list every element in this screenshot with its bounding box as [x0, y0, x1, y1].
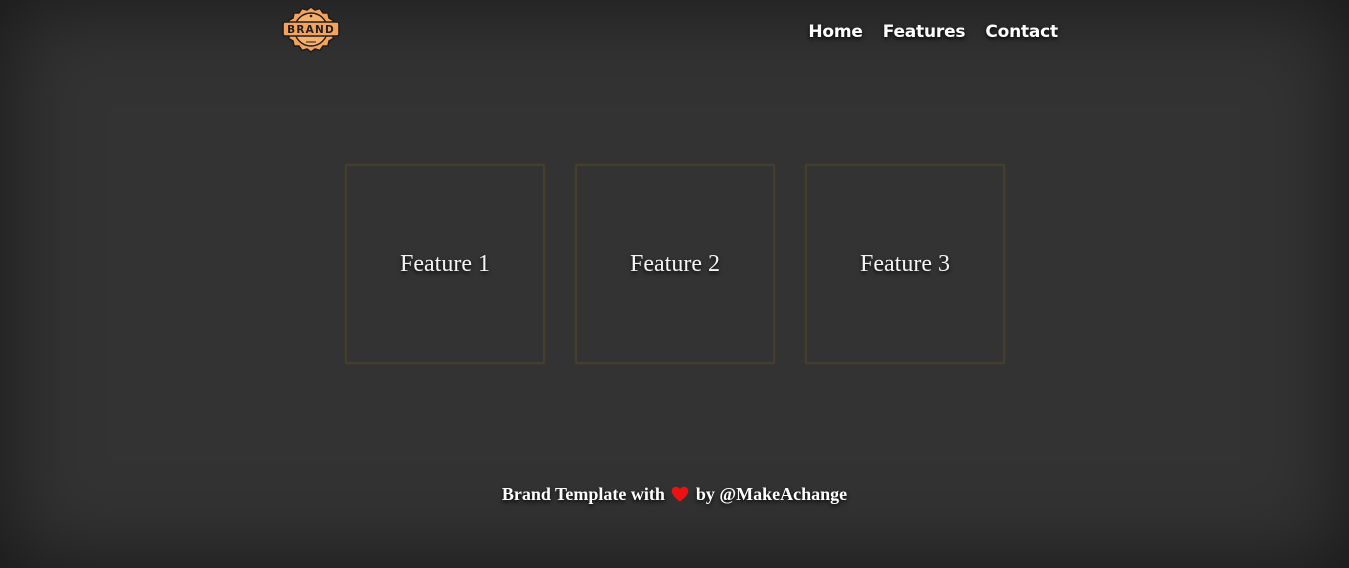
features-section: Feature 1 Feature 2 Feature 3	[345, 164, 1005, 364]
footer-text-before: Brand Template with	[501, 484, 665, 504]
brand-logo[interactable]: BRAND	[281, 5, 341, 53]
site-footer: Brand Template with by @MakeAchange	[0, 484, 1349, 507]
feature-label: Feature 1	[400, 250, 490, 277]
logo-text: BRAND	[287, 24, 335, 36]
nav-contact-link[interactable]: Contact	[985, 22, 1058, 42]
brand-logo-icon: BRAND	[282, 6, 340, 53]
feature-label: Feature 2	[630, 250, 720, 277]
heart-icon	[671, 486, 689, 507]
nav-home-link[interactable]: Home	[808, 22, 863, 42]
footer-text-after: by @MakeAchange	[695, 484, 848, 504]
nav-features-link[interactable]: Features	[883, 22, 966, 42]
site-header: BRAND Home Features Contact	[0, 0, 1349, 66]
feature-card-2: Feature 2	[575, 164, 775, 364]
main-nav: Home Features Contact	[808, 22, 1058, 42]
feature-card-1: Feature 1	[345, 164, 545, 364]
feature-card-3: Feature 3	[805, 164, 1005, 364]
feature-label: Feature 3	[860, 250, 950, 277]
